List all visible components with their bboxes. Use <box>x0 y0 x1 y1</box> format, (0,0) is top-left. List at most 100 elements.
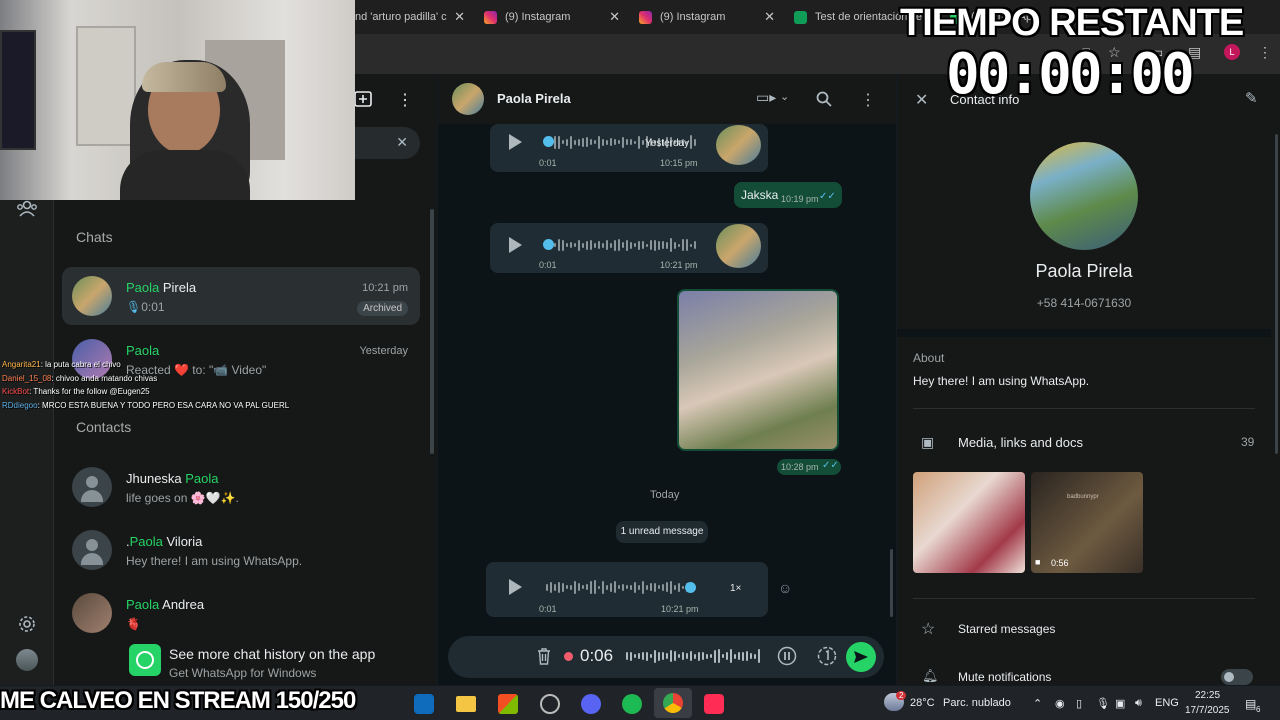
voice-waveform[interactable] <box>546 580 688 594</box>
get-app-promo[interactable]: See more chat history on the app Get Wha… <box>54 638 437 685</box>
new-chat-icon[interactable] <box>354 91 372 107</box>
voice-message-incoming[interactable]: 0:01 10:21 pm <box>490 223 768 273</box>
instagram-icon <box>639 10 652 24</box>
outlook-icon[interactable] <box>414 694 434 714</box>
file-explorer-icon[interactable] <box>456 696 476 712</box>
close-icon[interactable]: ✕ <box>915 90 928 110</box>
delete-icon[interactable] <box>537 648 551 665</box>
stream-chat-text: : MRCO ESTA BUENA Y TODO PERO ESA CARA N… <box>37 400 290 410</box>
voice-message-incoming[interactable]: 0:01 Yesterday 10:15 pm <box>490 124 768 172</box>
starred-messages-button[interactable]: Starred messages <box>958 622 1055 636</box>
today-separator: Today <box>650 489 680 501</box>
record-icon[interactable]: ◉ <box>1055 697 1065 710</box>
menu-icon[interactable]: ⋮ <box>397 90 413 110</box>
edit-pencil-icon[interactable]: ✎ <box>1245 89 1258 107</box>
promo-subtitle: Get WhatsApp for Windows <box>169 666 317 680</box>
send-button[interactable] <box>846 642 876 672</box>
mute-notifications-label: Mute notifications <box>958 670 1052 684</box>
close-icon[interactable]: ✕ <box>454 9 465 25</box>
network-icon[interactable]: ▣ <box>1115 697 1125 710</box>
chevron-up-icon[interactable]: ⌃ <box>1033 697 1042 710</box>
play-icon[interactable] <box>509 579 522 595</box>
chat-preview: 🎙0:01 <box>126 300 165 314</box>
close-icon[interactable]: ✕ <box>764 9 775 25</box>
stream-chat-message: KickBot: Thanks for the follow @Eugen25 <box>2 387 150 396</box>
conversation-title[interactable]: Paola Pirela <box>497 91 571 106</box>
battery-icon[interactable]: ▯ <box>1076 697 1082 710</box>
clock-time[interactable]: 22:25 <box>1195 690 1220 701</box>
playback-handle[interactable] <box>543 136 554 147</box>
contact-name: Jhuneska Paola <box>126 471 219 486</box>
search-icon[interactable] <box>816 91 832 107</box>
divider <box>913 598 1255 599</box>
scrollbar[interactable] <box>890 549 893 617</box>
webcam-overlay <box>0 0 355 200</box>
clock-date[interactable]: 17/7/2025 <box>1185 705 1230 716</box>
image-thumbnail[interactable] <box>679 291 837 449</box>
user-avatar[interactable] <box>16 649 38 671</box>
stream-banner: ME CALVEO EN STREAM 150/250 <box>0 687 356 714</box>
contact-row[interactable]: Paola Andrea 🫀 <box>62 584 420 642</box>
playback-handle[interactable] <box>543 239 554 250</box>
voice-waveform[interactable] <box>554 238 696 252</box>
chat-time: 10:21 pm <box>362 282 408 294</box>
notification-count: 6 <box>1256 705 1261 714</box>
profile-avatar[interactable]: L <box>1224 44 1240 60</box>
media-gallery-icon: ▣ <box>921 434 935 450</box>
chat-row[interactable]: Paola Pirela 🎙0:01 10:21 pm Archived <box>62 267 420 325</box>
voice-message-incoming[interactable]: 0:01 10:21 pm 1× <box>486 562 768 617</box>
chat-name: Paola Pirela <box>126 280 197 295</box>
menu-icon[interactable]: ⋮ <box>860 90 876 110</box>
scrollbar[interactable] <box>430 209 434 454</box>
scrollbar[interactable] <box>1275 134 1278 454</box>
browser-tab[interactable]: (9) Instagram ✕ <box>484 4 620 30</box>
view-once-icon[interactable] <box>817 646 837 666</box>
pause-icon[interactable] <box>777 646 797 666</box>
playback-handle[interactable] <box>685 582 696 593</box>
media-video-thumbnail[interactable]: badbunnypr ■ 0:56 <box>1031 472 1143 573</box>
contact-row[interactable]: Jhuneska Paola life goes on 🌸🤍✨. <box>62 458 420 516</box>
clear-search-icon[interactable]: ✕ <box>396 134 408 151</box>
playback-speed-button[interactable]: 1× <box>730 583 741 594</box>
browser-tab[interactable]: nd 'arturo padilla' c ✕ <box>355 4 465 30</box>
weather-desc[interactable]: Parc. nublado <box>943 697 1011 709</box>
message-text: Jakska <box>741 188 779 202</box>
play-icon[interactable] <box>509 134 522 150</box>
profile-photo[interactable] <box>1030 142 1138 250</box>
message-time: 10:15 pm <box>660 158 698 168</box>
send-icon <box>854 651 868 663</box>
conversation-header[interactable]: Paola Pirela ▭▸ ⌄ ⋮ <box>438 74 896 124</box>
browser-menu-icon[interactable]: ⋮ <box>1258 44 1272 61</box>
settings-gear-icon[interactable] <box>18 615 36 633</box>
obs-icon[interactable] <box>540 694 560 714</box>
image-message-outgoing[interactable] <box>677 289 839 451</box>
discord-icon[interactable] <box>581 694 601 714</box>
store-icon[interactable] <box>498 694 518 714</box>
tab-label: nd 'arturo padilla' c <box>355 11 447 23</box>
stream-chat-user: Daniel_15_08 <box>2 373 52 383</box>
date-separator: Yesterday <box>645 138 690 149</box>
notifications-icon[interactable]: ▤ <box>1245 697 1256 711</box>
spotify-icon[interactable] <box>622 694 642 714</box>
emoji-react-icon[interactable]: ☺ <box>778 580 792 596</box>
contact-row[interactable]: .Paola Viloria Hey there! I am using Wha… <box>62 521 420 579</box>
text-message-outgoing[interactable]: Jakska 10:19 pm ✓✓ <box>734 182 842 208</box>
volume-icon[interactable]: 🔊︎ <box>1135 697 1142 710</box>
chevron-down-icon[interactable]: ⌄ <box>780 90 789 103</box>
tab-label: (9) Instagram <box>505 11 571 23</box>
microphone-icon[interactable]: 🎙︎ <box>1096 697 1110 710</box>
taskbar-active-item[interactable] <box>654 688 692 718</box>
browser-tab[interactable]: (9) Instagram ✕ <box>639 4 775 30</box>
weather-temp[interactable]: 28°C <box>910 697 935 709</box>
stream-chat-user: RDdiegoo <box>2 400 38 410</box>
media-thumbnail[interactable] <box>913 472 1025 573</box>
contact-avatar[interactable] <box>452 83 484 115</box>
mute-toggle[interactable] <box>1221 669 1253 685</box>
language-indicator[interactable]: ENG <box>1155 697 1179 709</box>
video-call-icon[interactable]: ▭▸ <box>756 89 776 106</box>
close-icon[interactable]: ✕ <box>609 9 620 25</box>
communities-icon[interactable] <box>16 200 38 218</box>
play-icon[interactable] <box>509 237 522 253</box>
media-links-docs-button[interactable]: Media, links and docs <box>958 435 1083 450</box>
tiktok-icon[interactable] <box>704 694 724 714</box>
